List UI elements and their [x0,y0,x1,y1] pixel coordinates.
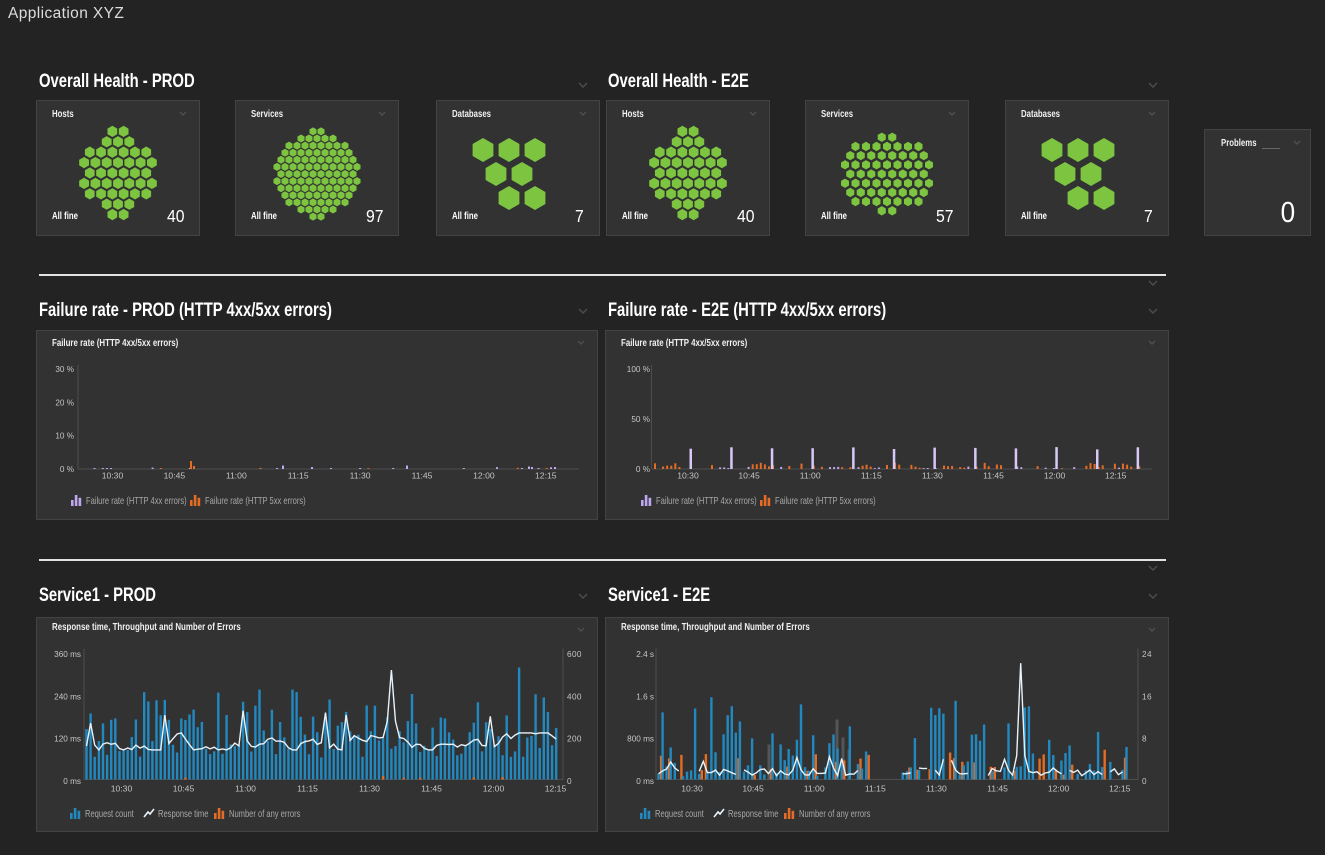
svg-text:12:00: 12:00 [483,784,505,794]
svg-text:200: 200 [567,735,582,744]
svg-text:11:45: 11:45 [412,471,433,481]
svg-text:0: 0 [1142,777,1147,786]
svg-text:0 ms: 0 ms [636,777,654,786]
svg-text:240 ms: 240 ms [54,692,81,701]
svg-text:0: 0 [567,777,572,786]
svg-text:11:30: 11:30 [350,471,371,481]
svg-text:600: 600 [567,650,582,659]
svg-text:10:45: 10:45 [742,784,764,794]
svg-text:1.6 s: 1.6 s [636,692,654,701]
svg-text:11:15: 11:15 [297,784,318,794]
svg-text:12:00: 12:00 [1048,784,1070,794]
svg-text:20 %: 20 % [55,398,74,407]
svg-text:24: 24 [1142,650,1152,659]
svg-text:11:00: 11:00 [800,471,821,481]
svg-text:10 %: 10 % [55,432,74,441]
svg-text:120 ms: 120 ms [54,735,81,744]
svg-text:12:15: 12:15 [1109,784,1131,794]
svg-text:11:30: 11:30 [922,471,943,481]
svg-text:100 %: 100 % [627,365,650,374]
svg-text:10:30: 10:30 [677,471,699,481]
svg-text:12:00: 12:00 [473,471,495,481]
svg-text:10:30: 10:30 [111,784,133,794]
svg-text:11:45: 11:45 [421,784,442,794]
svg-text:8: 8 [1142,735,1147,744]
svg-text:360 ms: 360 ms [54,650,81,659]
svg-text:11:00: 11:00 [804,784,825,794]
svg-text:0 ms: 0 ms [63,777,81,786]
svg-text:10:45: 10:45 [173,784,195,794]
svg-text:12:00: 12:00 [1044,471,1066,481]
svg-text:10:45: 10:45 [164,471,186,481]
svg-text:30 %: 30 % [55,365,74,374]
svg-text:0 %: 0 % [60,465,74,474]
svg-text:50 %: 50 % [631,415,650,424]
svg-text:12:15: 12:15 [1105,471,1127,481]
svg-text:12:15: 12:15 [545,784,567,794]
svg-text:11:30: 11:30 [926,784,947,794]
svg-text:10:45: 10:45 [738,471,760,481]
svg-text:11:15: 11:15 [865,784,886,794]
svg-text:12:15: 12:15 [535,471,557,481]
svg-text:11:45: 11:45 [987,784,1008,794]
svg-text:800 ms: 800 ms [627,735,654,744]
svg-text:16: 16 [1142,692,1152,701]
svg-text:11:15: 11:15 [861,471,882,481]
svg-text:10:30: 10:30 [681,784,703,794]
svg-text:11:30: 11:30 [359,784,380,794]
svg-text:11:15: 11:15 [288,471,309,481]
svg-text:0 %: 0 % [636,465,650,474]
svg-text:2.4 s: 2.4 s [636,650,654,659]
svg-text:11:00: 11:00 [235,784,256,794]
svg-text:11:45: 11:45 [983,471,1004,481]
svg-text:400: 400 [567,692,582,701]
svg-text:10:30: 10:30 [102,471,124,481]
svg-text:11:00: 11:00 [226,471,247,481]
